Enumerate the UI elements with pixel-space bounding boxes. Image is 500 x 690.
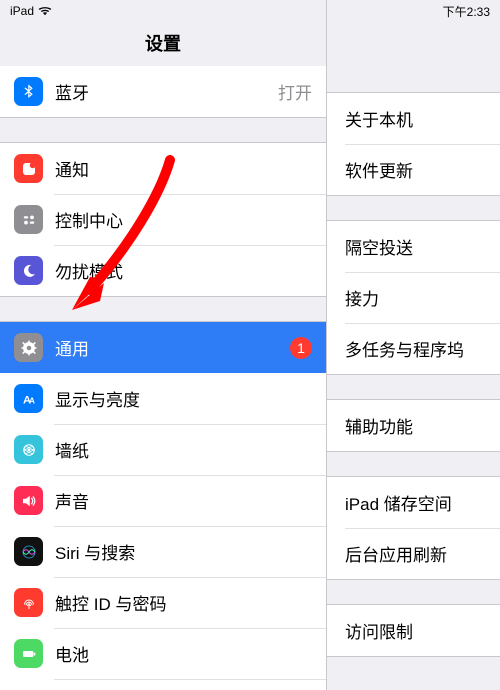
touchid-icon bbox=[14, 588, 43, 617]
sidebar-item-privacy[interactable]: 隐私 bbox=[0, 679, 326, 690]
sound-icon bbox=[14, 486, 43, 515]
detail-item-label: iPad 储存空间 bbox=[345, 490, 452, 515]
detail-group-2: 隔空投送 接力 多任务与程序坞 bbox=[327, 220, 500, 375]
display-icon: AA bbox=[14, 384, 43, 413]
detail-item-storage[interactable]: iPad 储存空间 bbox=[327, 477, 500, 528]
badge: 1 bbox=[290, 337, 312, 359]
sidebar-item-wallpaper[interactable]: 墙纸 bbox=[0, 424, 326, 475]
detail-item-multitasking[interactable]: 多任务与程序坞 bbox=[327, 323, 500, 374]
settings-sidebar: 设置 蓝牙 打开 通知 控制中心 bbox=[0, 22, 326, 690]
sidebar-title: 设置 bbox=[0, 22, 326, 66]
sidebar-group-partial: 蓝牙 打开 bbox=[0, 66, 326, 118]
sidebar-item-notifications[interactable]: 通知 bbox=[0, 143, 326, 194]
sidebar-item-label: 触控 ID 与密码 bbox=[55, 590, 326, 615]
detail-item-airdrop[interactable]: 隔空投送 bbox=[327, 221, 500, 272]
detail-item-restrictions[interactable]: 访问限制 bbox=[327, 605, 500, 656]
detail-item-label: 后台应用刷新 bbox=[345, 541, 447, 566]
bluetooth-icon bbox=[14, 77, 43, 106]
device-name: iPad bbox=[10, 4, 34, 18]
detail-item-label: 软件更新 bbox=[345, 157, 413, 182]
sidebar-item-label: 显示与亮度 bbox=[55, 386, 326, 411]
detail-pane: 关于本机 软件更新 隔空投送 接力 多任务与程序坞 辅助功能 iPad 储存空间… bbox=[327, 22, 500, 690]
detail-item-label: 隔空投送 bbox=[345, 234, 413, 259]
sidebar-item-label: 声音 bbox=[55, 488, 326, 513]
sidebar-item-touchid[interactable]: 触控 ID 与密码 bbox=[0, 577, 326, 628]
detail-item-label: 辅助功能 bbox=[345, 413, 413, 438]
sidebar-item-control-center[interactable]: 控制中心 bbox=[0, 194, 326, 245]
detail-item-label: 访问限制 bbox=[345, 618, 413, 643]
detail-item-label: 多任务与程序坞 bbox=[345, 336, 464, 361]
sidebar-group-1: 通知 控制中心 勿扰模式 bbox=[0, 142, 326, 297]
sidebar-item-battery[interactable]: 电池 bbox=[0, 628, 326, 679]
sidebar-item-bluetooth[interactable]: 蓝牙 打开 bbox=[0, 66, 326, 117]
sidebar-item-label: 电池 bbox=[55, 641, 326, 666]
sidebar-item-sound[interactable]: 声音 bbox=[0, 475, 326, 526]
detail-group-3: 辅助功能 bbox=[327, 399, 500, 452]
detail-group-4: iPad 储存空间 后台应用刷新 bbox=[327, 476, 500, 580]
sidebar-item-value: 打开 bbox=[278, 79, 326, 104]
battery-icon bbox=[14, 639, 43, 668]
sidebar-group-2: 通用 1 AA 显示与亮度 墙纸 声音 bbox=[0, 321, 326, 690]
control-center-icon bbox=[14, 205, 43, 234]
detail-item-label: 关于本机 bbox=[345, 106, 413, 131]
status-bar: iPad 下午2:33 bbox=[0, 0, 500, 22]
wallpaper-icon bbox=[14, 435, 43, 464]
sidebar-item-label: 控制中心 bbox=[55, 207, 326, 232]
sidebar-item-label: Siri 与搜索 bbox=[55, 539, 326, 564]
sidebar-item-general[interactable]: 通用 1 bbox=[0, 322, 326, 373]
detail-item-about[interactable]: 关于本机 bbox=[327, 93, 500, 144]
sidebar-item-label: 通用 bbox=[55, 335, 290, 360]
sidebar-item-label: 通知 bbox=[55, 156, 326, 181]
detail-item-handoff[interactable]: 接力 bbox=[327, 272, 500, 323]
sidebar-item-dnd[interactable]: 勿扰模式 bbox=[0, 245, 326, 296]
sidebar-item-label: 墙纸 bbox=[55, 437, 326, 462]
sidebar-item-siri[interactable]: Siri 与搜索 bbox=[0, 526, 326, 577]
detail-item-accessibility[interactable]: 辅助功能 bbox=[327, 400, 500, 451]
detail-group-5: 访问限制 bbox=[327, 604, 500, 657]
clock: 下午2:33 bbox=[443, 5, 490, 19]
svg-text:A: A bbox=[29, 396, 35, 405]
detail-item-background-refresh[interactable]: 后台应用刷新 bbox=[327, 528, 500, 579]
dnd-icon bbox=[14, 256, 43, 285]
detail-item-software-update[interactable]: 软件更新 bbox=[327, 144, 500, 195]
sidebar-item-label: 蓝牙 bbox=[55, 79, 278, 104]
siri-icon bbox=[14, 537, 43, 566]
detail-item-label: 接力 bbox=[345, 285, 379, 310]
gear-icon bbox=[14, 333, 43, 362]
detail-group-1: 关于本机 软件更新 bbox=[327, 92, 500, 196]
notifications-icon bbox=[14, 154, 43, 183]
sidebar-item-display[interactable]: AA 显示与亮度 bbox=[0, 373, 326, 424]
sidebar-item-label: 勿扰模式 bbox=[55, 258, 326, 283]
wifi-icon bbox=[38, 6, 52, 16]
